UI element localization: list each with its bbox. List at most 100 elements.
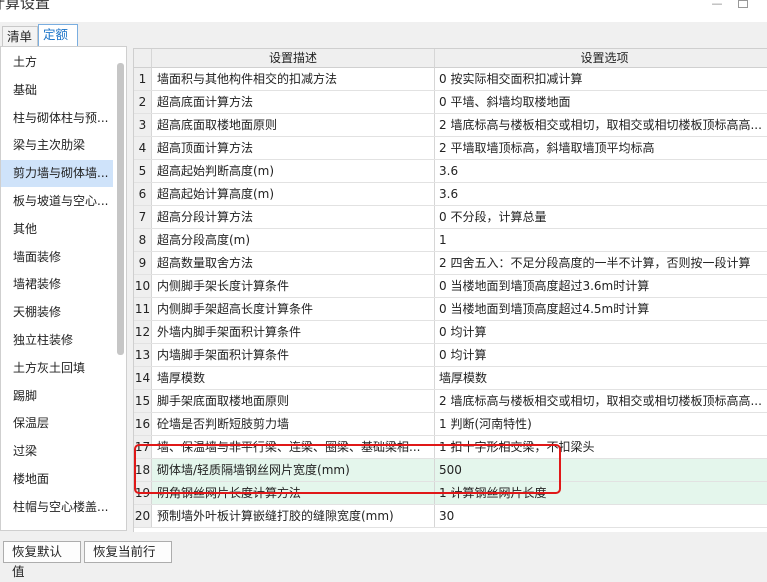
tab-dinge[interactable]: 定额 <box>38 24 78 47</box>
table-row[interactable]: 16 砼墙是否判断短肢剪力墙 1 判断(河南特性) <box>134 413 767 436</box>
row-index: 18 <box>134 459 152 481</box>
row-index: 1 <box>134 68 152 90</box>
row-option[interactable]: 2 墙底标高与楼板相交或相切，取相交或相切楼板顶标高高... <box>435 390 767 412</box>
row-description: 超高起始判断高度(m) <box>152 160 435 182</box>
sidebar-item[interactable]: 过梁 <box>1 438 113 465</box>
sidebar-item[interactable]: 楼地面 <box>1 466 113 493</box>
row-option[interactable]: 1 扣十字形相交梁，不扣梁头 <box>435 436 767 458</box>
table-row[interactable]: 8 超高分段高度(m) 1 <box>134 229 767 252</box>
sidebar-item[interactable]: 柱与砌体柱与预... <box>1 105 113 132</box>
table-row[interactable]: 17 墙、保温墙与非平行梁、连梁、圈梁、基础梁相... 1 扣十字形相交梁，不扣梁头 <box>134 436 767 459</box>
category-list: 土方 基础 柱与砌体柱与预... 梁与主次肋梁 剪力墙与砌体墙... 板与坡道与空心...… <box>0 46 127 531</box>
sidebar-item[interactable]: 其他 <box>1 216 113 243</box>
table-row[interactable]: 2 超高底面计算方法 0 平墙、斜墙均取楼地面 <box>134 91 767 114</box>
row-description: 超高数量取舍方法 <box>152 252 435 274</box>
row-option[interactable]: 500 <box>435 459 767 481</box>
sidebar-item[interactable]: 柱帽与空心楼盖... <box>1 494 113 521</box>
row-index: 19 <box>134 482 152 504</box>
row-option[interactable]: 0 当楼地面到墙顶高度超过4.5m时计算 <box>435 298 767 320</box>
row-index: 12 <box>134 321 152 343</box>
row-index: 15 <box>134 390 152 412</box>
row-description: 超高分段计算方法 <box>152 206 435 228</box>
sidebar-item[interactable]: 剪力墙与砌体墙... <box>1 160 113 188</box>
row-description: 墙面积与其他构件相交的扣减方法 <box>152 68 435 90</box>
sidebar-item[interactable]: 土方灰土回填 <box>1 355 113 382</box>
sidebar-item[interactable]: 梁与主次肋梁 <box>1 132 113 159</box>
row-option[interactable]: 30 <box>435 505 767 527</box>
sidebar-item[interactable]: 基础 <box>1 77 113 104</box>
row-description: 砌体墙/轻质隔墙钢丝网片宽度(mm) <box>152 459 435 481</box>
row-index: 9 <box>134 252 152 274</box>
table-row[interactable]: 7 超高分段计算方法 0 不分段，计算总量 <box>134 206 767 229</box>
row-index: 3 <box>134 114 152 136</box>
sidebar-item[interactable]: 保温层 <box>1 410 113 437</box>
row-description: 超高底面计算方法 <box>152 91 435 113</box>
row-option[interactable]: 3.6 <box>435 160 767 182</box>
row-option[interactable]: 0 均计算 <box>435 321 767 343</box>
table-row[interactable]: 18 砌体墙/轻质隔墙钢丝网片宽度(mm) 500 <box>134 459 767 482</box>
row-description: 砼墙是否判断短肢剪力墙 <box>152 413 435 435</box>
row-option[interactable]: 2 平墙取墙顶标高，斜墙取墙顶平均标高 <box>435 137 767 159</box>
sidebar-item[interactable]: 土方 <box>1 49 113 76</box>
minimize-icon[interactable]: — <box>710 0 724 10</box>
window-title: 计算设置 <box>0 0 51 12</box>
sidebar-item[interactable]: 墙裙装修 <box>1 271 113 298</box>
tab-bar: 清单 定额 <box>0 24 767 47</box>
table-row[interactable]: 15 脚手架底面取楼地面原则 2 墙底标高与楼板相交或相切，取相交或相切楼板顶标高高… <box>134 390 767 413</box>
row-index: 10 <box>134 275 152 297</box>
row-option[interactable]: 1 计算钢丝网片长度 <box>435 482 767 504</box>
row-index: 20 <box>134 505 152 527</box>
sidebar-item[interactable]: 墙面装修 <box>1 244 113 271</box>
row-option[interactable]: 2 墙底标高与楼板相交或相切，取相交或相切楼板顶标高高... <box>435 114 767 136</box>
row-index: 5 <box>134 160 152 182</box>
header-option: 设置选项 <box>435 49 767 68</box>
row-option[interactable]: 0 均计算 <box>435 344 767 366</box>
row-option[interactable]: 1 <box>435 229 767 251</box>
row-index: 13 <box>134 344 152 366</box>
row-index: 7 <box>134 206 152 228</box>
tab-qingdan[interactable]: 清单 <box>2 26 38 47</box>
sidebar-item[interactable]: 板与坡道与空心... <box>1 188 113 215</box>
row-option[interactable]: 2 四舍五入：不足分段高度的一半不计算，否则按一段计算 <box>435 252 767 274</box>
row-option[interactable]: 0 按实际相交面积扣减计算 <box>435 68 767 90</box>
row-description: 内墙脚手架面积计算条件 <box>152 344 435 366</box>
sidebar-item[interactable]: 独立柱装修 <box>1 327 113 354</box>
row-description: 超高起始计算高度(m) <box>152 183 435 205</box>
sidebar-item[interactable]: 踢脚 <box>1 383 113 410</box>
row-option[interactable]: 1 判断(河南特性) <box>435 413 767 435</box>
row-description: 阴角钢丝网片长度计算方法 <box>152 482 435 504</box>
row-option[interactable]: 0 平墙、斜墙均取楼地面 <box>435 91 767 113</box>
row-description: 内侧脚手架超高长度计算条件 <box>152 298 435 320</box>
table-row[interactable]: 1 墙面积与其他构件相交的扣减方法 0 按实际相交面积扣减计算 <box>134 68 767 91</box>
table-row[interactable]: 4 超高顶面计算方法 2 平墙取墙顶标高，斜墙取墙顶平均标高 <box>134 137 767 160</box>
table-row[interactable]: 3 超高底面取楼地面原则 2 墙底标高与楼板相交或相切，取相交或相切楼板顶标高高..… <box>134 114 767 137</box>
table-row[interactable]: 11 内侧脚手架超高长度计算条件 0 当楼地面到墙顶高度超过4.5m时计算 <box>134 298 767 321</box>
restore-current-row-button[interactable]: 恢复当前行 <box>84 541 172 563</box>
title-bar: 计算设置 — <box>0 0 767 22</box>
table-row[interactable]: 19 阴角钢丝网片长度计算方法 1 计算钢丝网片长度 <box>134 482 767 505</box>
header-index <box>134 49 152 68</box>
row-index: 8 <box>134 229 152 251</box>
table-row[interactable]: 12 外墙内脚手架面积计算条件 0 均计算 <box>134 321 767 344</box>
row-option[interactable]: 墙厚模数 <box>435 367 767 389</box>
row-description: 预制墙外叶板计算嵌缝打胶的缝隙宽度(mm) <box>152 505 435 527</box>
table-row[interactable]: 6 超高起始计算高度(m) 3.6 <box>134 183 767 206</box>
table-row[interactable]: 14 墙厚模数 墙厚模数 <box>134 367 767 390</box>
table-row[interactable]: 20 预制墙外叶板计算嵌缝打胶的缝隙宽度(mm) 30 <box>134 505 767 528</box>
restore-default-button[interactable]: 恢复默认值 <box>3 541 81 579</box>
row-description: 外墙内脚手架面积计算条件 <box>152 321 435 343</box>
row-description: 墙、保温墙与非平行梁、连梁、圈梁、基础梁相... <box>152 436 435 458</box>
table-row[interactable]: 5 超高起始判断高度(m) 3.6 <box>134 160 767 183</box>
row-index: 16 <box>134 413 152 435</box>
maximize-icon[interactable] <box>738 0 748 8</box>
row-option[interactable]: 3.6 <box>435 183 767 205</box>
sidebar-item[interactable]: 天棚装修 <box>1 299 113 326</box>
table-row[interactable]: 9 超高数量取舍方法 2 四舍五入：不足分段高度的一半不计算，否则按一段计算 <box>134 252 767 275</box>
row-description: 超高底面取楼地面原则 <box>152 114 435 136</box>
category-list-scrollbar[interactable] <box>117 63 124 355</box>
row-index: 2 <box>134 91 152 113</box>
table-row[interactable]: 13 内墙脚手架面积计算条件 0 均计算 <box>134 344 767 367</box>
row-option[interactable]: 0 当楼地面到墙顶高度超过3.6m时计算 <box>435 275 767 297</box>
table-row[interactable]: 10 内侧脚手架长度计算条件 0 当楼地面到墙顶高度超过3.6m时计算 <box>134 275 767 298</box>
row-option[interactable]: 0 不分段，计算总量 <box>435 206 767 228</box>
